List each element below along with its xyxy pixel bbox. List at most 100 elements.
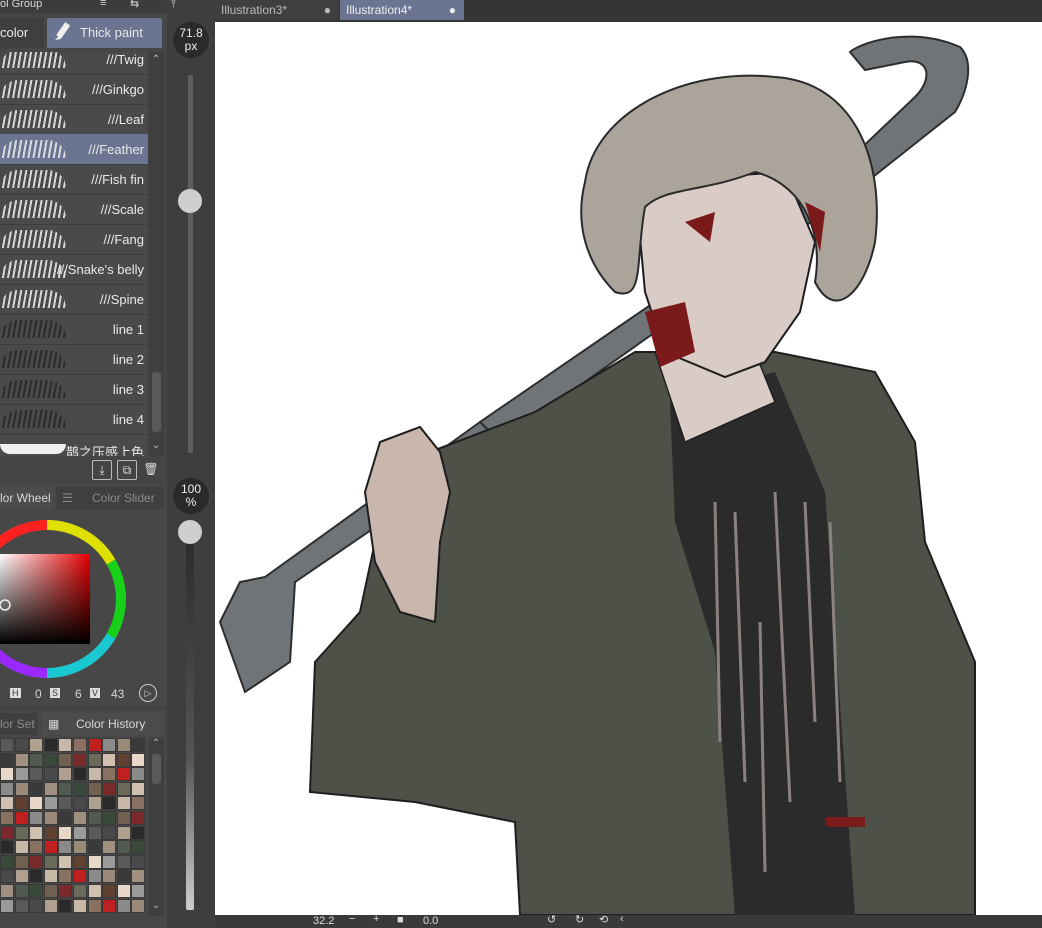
- color-swatch[interactable]: [0, 854, 14, 869]
- brush-item[interactable]: line 4: [0, 404, 148, 435]
- color-swatch[interactable]: [116, 752, 131, 767]
- color-swatch[interactable]: [43, 767, 58, 782]
- menu-icon[interactable]: ≡: [100, 0, 106, 9]
- color-swatch[interactable]: [131, 884, 146, 898]
- color-swatch[interactable]: [102, 811, 117, 825]
- trash-icon[interactable]: 🗑: [142, 460, 160, 478]
- color-swatch[interactable]: [58, 840, 73, 855]
- color-swatch[interactable]: [116, 898, 131, 913]
- color-swatch[interactable]: [58, 752, 73, 767]
- scroll-up-icon[interactable]: ⌃: [152, 54, 160, 65]
- color-swatch[interactable]: [43, 811, 58, 825]
- tab-color-history[interactable]: ▦ Color History: [42, 713, 164, 735]
- color-swatch[interactable]: [0, 738, 14, 752]
- color-swatch[interactable]: [116, 825, 131, 840]
- color-swatch[interactable]: [0, 796, 14, 811]
- color-swatch[interactable]: [29, 738, 44, 752]
- color-swatch[interactable]: [58, 781, 73, 796]
- zoom-in-icon[interactable]: +: [373, 913, 379, 925]
- color-swatch[interactable]: [116, 781, 131, 796]
- color-swatch[interactable]: [102, 767, 117, 782]
- brush-item[interactable]: line 2: [0, 344, 148, 375]
- color-swatch[interactable]: [58, 738, 73, 752]
- color-swatch[interactable]: [131, 898, 146, 913]
- color-swatch[interactable]: [73, 884, 87, 898]
- color-swatch[interactable]: [43, 884, 58, 898]
- color-swatch[interactable]: [58, 767, 73, 782]
- color-swatch[interactable]: [116, 854, 131, 869]
- color-swatch[interactable]: [0, 840, 14, 855]
- color-swatch[interactable]: [58, 825, 73, 840]
- brush-item[interactable]: ///Feather: [0, 134, 148, 165]
- color-swatch[interactable]: [87, 752, 102, 767]
- brush-item[interactable]: line 1: [0, 314, 148, 345]
- color-swatch[interactable]: [131, 738, 146, 752]
- color-swatch[interactable]: [29, 869, 44, 884]
- color-swatch[interactable]: [29, 898, 44, 913]
- color-swatch[interactable]: [14, 767, 29, 782]
- color-swatch[interactable]: [87, 781, 102, 796]
- color-mode-icon[interactable]: ▷: [139, 684, 157, 702]
- color-swatch[interactable]: [58, 884, 73, 898]
- angle-value[interactable]: 0.0: [423, 915, 438, 927]
- close-icon[interactable]: ●: [449, 0, 456, 20]
- brush-item[interactable]: ///Ginkgo: [0, 74, 148, 105]
- color-swatch[interactable]: [73, 811, 87, 825]
- color-swatch[interactable]: [116, 884, 131, 898]
- color-swatch[interactable]: [87, 811, 102, 825]
- color-swatch[interactable]: [58, 811, 73, 825]
- color-swatch[interactable]: [43, 854, 58, 869]
- brush-item[interactable]: ///Fang: [0, 224, 148, 255]
- color-swatch[interactable]: [102, 825, 117, 840]
- scroll-thumb[interactable]: [152, 372, 161, 432]
- brush-item[interactable]: ///Snake's belly: [0, 254, 148, 285]
- color-swatch[interactable]: [131, 854, 146, 869]
- close-icon[interactable]: ●: [324, 0, 331, 20]
- import-icon[interactable]: ⤓: [92, 460, 112, 480]
- color-swatch[interactable]: [43, 796, 58, 811]
- color-wheel[interactable]: [0, 512, 135, 687]
- color-swatch[interactable]: [73, 752, 87, 767]
- color-swatch[interactable]: [14, 781, 29, 796]
- tab-thick-paint[interactable]: Thick paint: [47, 18, 162, 48]
- tab-color-wheel[interactable]: lor Wheel: [0, 487, 54, 509]
- tool-group-label[interactable]: ol Group: [0, 0, 42, 10]
- color-swatch[interactable]: [43, 738, 58, 752]
- color-swatch[interactable]: [73, 840, 87, 855]
- rotate-left-icon[interactable]: ↺: [547, 913, 556, 926]
- color-swatch[interactable]: [14, 869, 29, 884]
- brush-size-slider[interactable]: [178, 75, 202, 453]
- brush-item[interactable]: ///Scale: [0, 194, 148, 225]
- color-swatch[interactable]: [29, 796, 44, 811]
- brush-list-scrollbar[interactable]: ⌃ ⌄: [149, 52, 164, 456]
- collapse-icon[interactable]: ‹: [620, 913, 624, 925]
- color-swatch[interactable]: [102, 796, 117, 811]
- color-swatch[interactable]: [116, 738, 131, 752]
- color-swatch[interactable]: [14, 752, 29, 767]
- color-swatch[interactable]: [116, 796, 131, 811]
- color-swatch[interactable]: [102, 840, 117, 855]
- color-swatch[interactable]: [131, 781, 146, 796]
- tab-illustration3[interactable]: Illustration3* ●: [215, 0, 339, 20]
- tab-color[interactable]: color: [0, 18, 44, 48]
- reset-rotation-icon[interactable]: ⟲: [599, 913, 608, 926]
- color-swatch[interactable]: [73, 825, 87, 840]
- color-swatch[interactable]: [116, 811, 131, 825]
- color-swatch[interactable]: [43, 825, 58, 840]
- color-swatch[interactable]: [131, 840, 146, 855]
- color-swatch[interactable]: [73, 854, 87, 869]
- color-swatch[interactable]: [0, 752, 14, 767]
- color-swatch[interactable]: [14, 898, 29, 913]
- color-swatch[interactable]: [87, 869, 102, 884]
- canvas[interactable]: [215, 22, 1042, 915]
- color-swatch[interactable]: [116, 767, 131, 782]
- color-swatch[interactable]: [102, 869, 117, 884]
- color-swatch[interactable]: [43, 781, 58, 796]
- color-swatch[interactable]: [14, 854, 29, 869]
- color-swatch[interactable]: [102, 898, 117, 913]
- color-swatch[interactable]: [14, 825, 29, 840]
- color-swatch[interactable]: [0, 811, 14, 825]
- color-swatch[interactable]: [73, 767, 87, 782]
- color-swatch[interactable]: [131, 825, 146, 840]
- color-swatch[interactable]: [29, 884, 44, 898]
